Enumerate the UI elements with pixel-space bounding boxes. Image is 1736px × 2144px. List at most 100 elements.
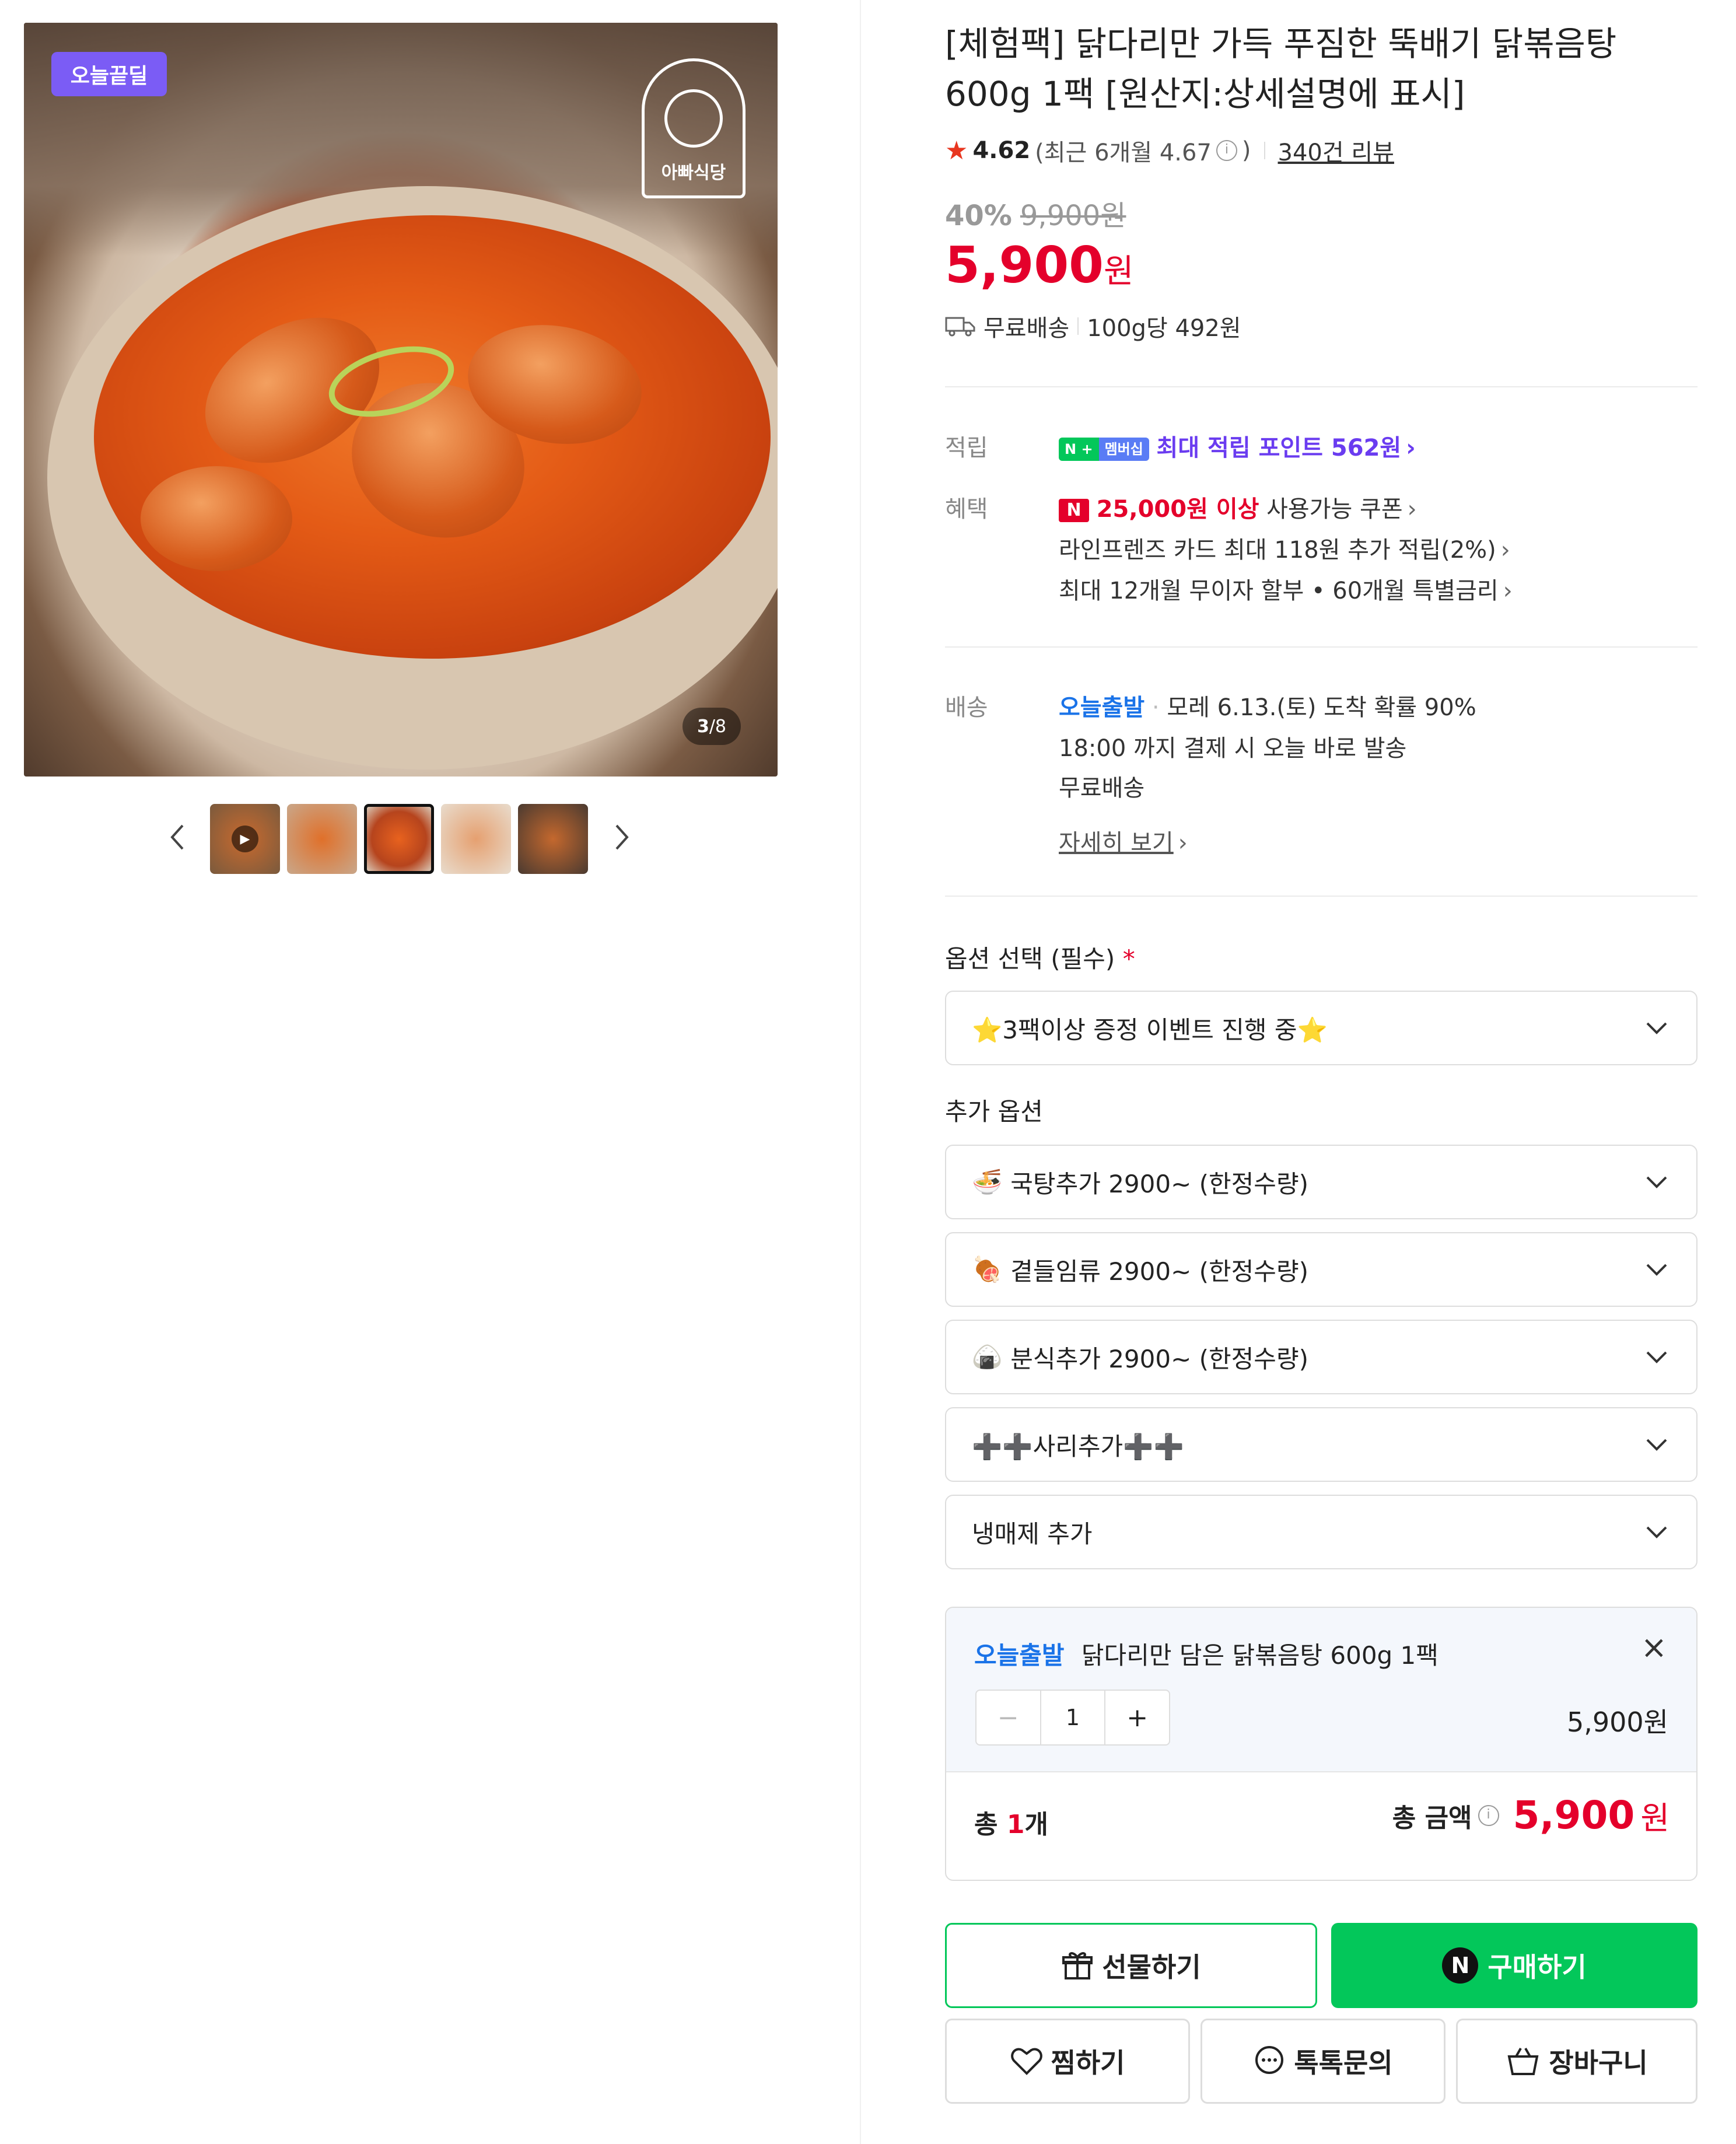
thumbnail-2[interactable] xyxy=(287,804,357,874)
selected-item-name: 닭다리만 담은 닭볶음탕 600g 1팩 xyxy=(1081,1641,1438,1670)
npay-n: N + xyxy=(1059,438,1099,461)
shipping-row: 무료배송 100g당 492원 xyxy=(945,309,1698,343)
installment-text: 최대 12개월 무이자 할부 • 60개월 특별금리 xyxy=(1059,578,1499,604)
extra-option-value: 곁들임류 2900~ (한정수량) xyxy=(1010,1257,1308,1286)
shopping-bag-icon xyxy=(1507,2048,1539,2075)
discount-percent: 40% xyxy=(945,200,1012,232)
noodle-bowl-icon: 🍜 xyxy=(972,1167,1003,1196)
total-amount-label: 총 금액 xyxy=(1392,1803,1472,1833)
quantity-increase-button[interactable]: + xyxy=(1105,1691,1169,1744)
cart-label: 장바구니 xyxy=(1549,2047,1648,2079)
extra-option-select-1[interactable]: 🍜 국탕추가 2900~ (한정수량) xyxy=(945,1145,1698,1219)
extra-option-value: 분식추가 2900~ (한정수량) xyxy=(1010,1344,1308,1373)
installment-row[interactable]: 최대 12개월 무이자 할부 • 60개월 특별금리 › xyxy=(1059,572,1513,606)
extra-option-select-3[interactable]: 🍙 분식추가 2900~ (한정수량) xyxy=(945,1320,1698,1394)
npay-membership-badge: N + 멤버십 xyxy=(1059,438,1149,461)
quantity-stepper: − 1 + xyxy=(975,1690,1170,1746)
chevron-right-icon: › xyxy=(1178,830,1188,856)
coupon-row[interactable]: N 25,000원 이상 사용가능 쿠폰 › xyxy=(1059,490,1417,524)
chevron-down-icon xyxy=(1646,1439,1667,1451)
talk-inquiry-button[interactable]: 톡톡문의 xyxy=(1200,2019,1446,2104)
close-icon[interactable]: × xyxy=(1641,1629,1667,1666)
required-option-label: 옵션 선택 (필수) * xyxy=(945,939,1135,975)
gift-button[interactable]: 선물하기 xyxy=(945,1923,1317,2008)
chevron-right-icon: › xyxy=(1503,578,1513,604)
review-count-link[interactable]: 340건 리뷰 xyxy=(1278,134,1394,167)
total-count-suffix: 개 xyxy=(1024,1810,1048,1839)
chevron-down-icon xyxy=(1646,1351,1667,1363)
chevron-right-icon: › xyxy=(1406,435,1416,461)
chevron-down-icon xyxy=(1646,1022,1667,1034)
gallery-next-button[interactable] xyxy=(604,820,639,855)
extra-option-select-2[interactable]: 🍖 곁들임류 2900~ (한정수량) xyxy=(945,1232,1698,1307)
recent-rating: (최근 6개월 4.67 xyxy=(1035,139,1212,166)
thumbnail-3[interactable] xyxy=(364,804,434,874)
wishlist-button[interactable]: 찜하기 xyxy=(945,2019,1190,2104)
dot-separator: · xyxy=(1152,694,1160,721)
gift-icon xyxy=(1062,1952,1093,1979)
truck-icon xyxy=(945,317,975,337)
cart-button[interactable]: 장바구니 xyxy=(1456,2019,1698,2104)
chevron-down-icon xyxy=(1646,1264,1667,1276)
brand-logo-text: 아빠식당 xyxy=(661,163,726,183)
thumbnail-4[interactable] xyxy=(441,804,511,874)
today-ship-badge: 오늘출발 xyxy=(974,1641,1065,1670)
deal-badge: 오늘끝딜 xyxy=(51,52,167,96)
chevron-right-icon: › xyxy=(1407,496,1417,523)
divider xyxy=(945,896,1698,897)
info-icon[interactable]: i xyxy=(1478,1804,1499,1826)
points-row[interactable]: N + 멤버십 최대 적립 포인트 562원 › xyxy=(1059,429,1416,463)
selected-item: 오늘출발 닭다리만 담은 닭볶음탕 600g 1팩 × − 1 + 5,900원 xyxy=(946,1608,1696,1771)
brand-logo: 아빠식당 xyxy=(642,58,746,198)
separator xyxy=(1077,317,1079,335)
quantity-input[interactable]: 1 xyxy=(1040,1691,1106,1744)
points-label: 적립 xyxy=(945,435,988,461)
required-star: * xyxy=(1122,945,1135,973)
required-option-value: ⭐3팩이상 증정 이벤트 진행 중⭐ xyxy=(972,1015,1328,1044)
delivery-eta-row: 오늘출발 · 모레 6.13.(토) 도착 확률 90% xyxy=(1059,688,1476,722)
star-icon: ★ xyxy=(945,135,968,166)
original-price: 9,900원 xyxy=(1020,200,1126,232)
required-option-text: 옵션 선택 (필수) xyxy=(945,945,1115,973)
selected-item-price: 5,900원 xyxy=(1566,1706,1668,1738)
sale-price-unit: 원 xyxy=(1104,253,1134,291)
unit-price: 100g당 492원 xyxy=(1087,315,1241,342)
points-text: 최대 적립 포인트 562원 xyxy=(1156,435,1402,461)
wishlist-label: 찜하기 xyxy=(1051,2047,1125,2079)
chef-face-icon xyxy=(664,89,723,148)
gallery-prev-button[interactable] xyxy=(160,820,195,855)
delivery-label: 배송 xyxy=(945,694,988,721)
thumbnail-5[interactable] xyxy=(518,804,588,874)
shipping-fee: 무료배송 xyxy=(984,315,1070,342)
play-icon: ▶ xyxy=(232,826,258,852)
total-count-prefix: 총 xyxy=(974,1810,1007,1839)
npay-member: 멤버십 xyxy=(1098,438,1149,461)
quantity-decrease-button[interactable]: − xyxy=(977,1691,1040,1744)
chevron-right-icon xyxy=(615,824,629,850)
coupon-text: 사용가능 쿠폰 xyxy=(1266,496,1403,523)
chevron-left-icon xyxy=(170,824,184,850)
chat-bubble-icon xyxy=(1255,2046,1284,2074)
total-amount-unit: 원 xyxy=(1640,1800,1670,1837)
thumbnail-1[interactable]: ▶ xyxy=(210,804,280,874)
info-icon[interactable]: i xyxy=(1216,140,1237,161)
naver-n-icon: N xyxy=(1059,499,1089,522)
chevron-right-icon: › xyxy=(1500,537,1510,564)
selected-item-title: 오늘출발 닭다리만 담은 닭볶음탕 600g 1팩 xyxy=(974,1636,1438,1671)
delivery-more-link[interactable]: 자세히 보기 › xyxy=(1059,824,1188,858)
talk-inquiry-label: 톡톡문의 xyxy=(1294,2047,1393,2079)
card-benefit-row[interactable]: 라인프렌즈 카드 최대 118원 추가 적립(2%) › xyxy=(1059,531,1510,565)
separator xyxy=(1264,142,1265,159)
required-option-select[interactable]: ⭐3팩이상 증정 이벤트 진행 중⭐ xyxy=(945,991,1698,1065)
card-benefit-text: 라인프렌즈 카드 최대 118원 추가 적립(2%) xyxy=(1059,537,1496,564)
image-chicken xyxy=(141,466,292,571)
total-amount-value: 5,900 xyxy=(1513,1793,1635,1838)
divider xyxy=(945,386,1698,387)
buy-button[interactable]: N 구매하기 xyxy=(1331,1923,1698,2008)
rating-value: 4.62 xyxy=(972,137,1031,164)
coupon-threshold: 25,000원 이상 xyxy=(1096,496,1259,523)
delivery-more-text: 자세히 보기 xyxy=(1059,830,1174,856)
total-amount: 총 금액 i 5,900 원 xyxy=(1392,1792,1670,1838)
extra-option-select-4[interactable]: ➕➕사리추가➕➕ xyxy=(945,1407,1698,1482)
extra-option-select-5[interactable]: 냉매제 추가 xyxy=(945,1495,1698,1569)
